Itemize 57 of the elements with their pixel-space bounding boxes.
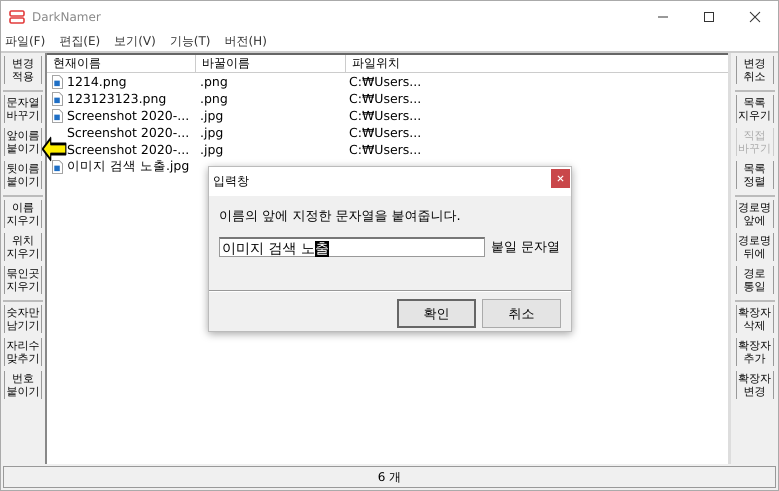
tool-button[interactable]: 이름 지우기 (4, 200, 42, 228)
close-button[interactable] (551, 169, 570, 188)
table-cell: .jpg (200, 142, 224, 157)
close-icon (749, 10, 761, 22)
window-title: DarkNamer (32, 10, 101, 24)
tool-button[interactable]: 확장자 삭제 (736, 305, 774, 333)
table-cell: C:₩Users... (349, 142, 422, 157)
table-cell: .png (200, 74, 228, 89)
cancel-button[interactable]: 취소 (482, 299, 561, 328)
tool-button[interactable]: 숫자만 남기기 (4, 305, 42, 333)
table-cell: Screenshot 2020-... (67, 108, 190, 123)
tool-button[interactable]: 자리수 맞추기 (4, 338, 42, 366)
table-cell: C:₩Users... (349, 91, 422, 106)
tool-button[interactable]: 변경 적용 (4, 56, 42, 84)
table-cell: 123123123.png (67, 91, 166, 106)
tool-button[interactable]: 확장자 변경 (736, 371, 774, 399)
table-cell: .jpg (200, 108, 224, 123)
column-header[interactable]: 바꿀이름 (196, 55, 346, 72)
tool-button[interactable]: 경로명 뒤에 (736, 233, 774, 261)
table-cell: Screenshot 2020-... (67, 142, 190, 157)
table-cell: C:₩Users... (349, 108, 422, 123)
menu-item[interactable]: 보기(V) (114, 33, 156, 50)
table-cell: Screenshot 2020-... (67, 125, 190, 140)
menu-item[interactable]: 버전(H) (224, 33, 267, 50)
tool-button[interactable]: 뒷이름 붙이기 (4, 161, 42, 189)
tool-button[interactable]: 묶인곳 지우기 (4, 266, 42, 294)
table-cell: C:₩Users... (349, 125, 422, 140)
field-label: 붙일 문자열 (491, 239, 560, 256)
tool-button[interactable]: 경로명 앞에 (736, 200, 774, 228)
tool-button[interactable]: 확장자 추가 (736, 338, 774, 366)
table-cell: .png (200, 91, 228, 106)
close-icon (557, 175, 564, 182)
status-text: 6 개 (378, 470, 402, 484)
tool-button[interactable]: 문자열 바꾸기 (4, 95, 42, 123)
column-header[interactable]: 파일위치 (346, 55, 728, 72)
tool-button[interactable]: 목록 지우기 (736, 95, 774, 123)
table-cell: .jpg (200, 125, 224, 140)
dialog-message: 이름의 앞에 지정한 문자열을 붙여줍니다. (219, 208, 462, 225)
table-cell: 이미지 검색 노출.jpg (67, 158, 190, 175)
tool-button[interactable]: 위치 지우기 (4, 233, 42, 261)
input-field[interactable]: 이미지 검색 노출 (219, 237, 485, 257)
table-cell: C:₩Users... (349, 74, 422, 89)
table-cell: 1214.png (67, 74, 127, 89)
dialog-title: 입력창 (213, 173, 249, 190)
maximize-icon (703, 10, 715, 22)
column-header[interactable]: 현재이름 (47, 55, 196, 72)
app-icon (9, 10, 25, 24)
tool-button[interactable]: 번호 붙이기 (4, 371, 42, 399)
menu-item[interactable]: 편집(E) (59, 33, 100, 50)
tool-button[interactable]: 목록 정렬 (736, 161, 774, 189)
arrow-drawing (42, 136, 67, 162)
menu-item[interactable]: 파일(F) (5, 33, 46, 50)
tool-button[interactable]: 경로 통일 (736, 266, 774, 294)
menu-item[interactable]: 기능(T) (170, 33, 210, 50)
tool-button[interactable]: 앞이름 붙이기 (4, 128, 42, 156)
tool-button[interactable]: 변경 취소 (736, 56, 774, 84)
ok-button[interactable]: 확인 (397, 299, 476, 328)
